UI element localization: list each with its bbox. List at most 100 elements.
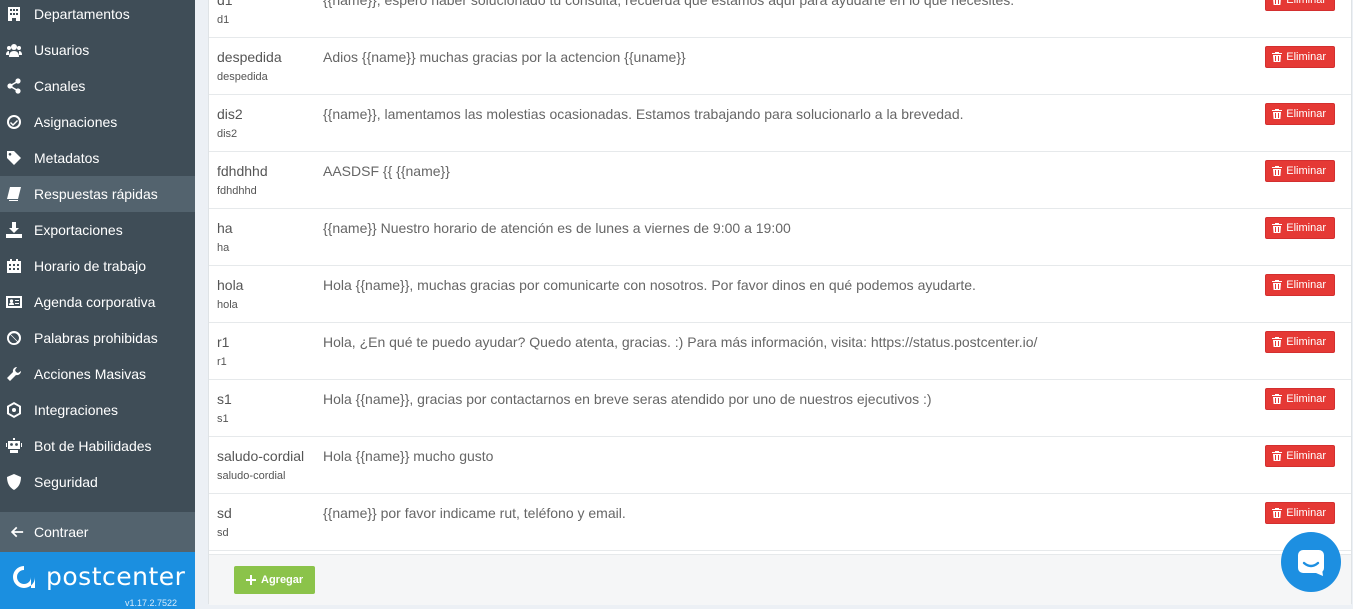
add-button-label: Agregar: [261, 574, 304, 586]
sidebar-item-palabras-prohibidas[interactable]: Palabras prohibidas: [0, 320, 195, 356]
trash-icon: [1272, 52, 1283, 62]
check-circle-icon: [6, 114, 22, 130]
table-row: r1 r1 Hola, ¿En qué te puedo ayudar? Quedo…: [209, 323, 1351, 380]
trash-icon: [1272, 109, 1283, 119]
share-icon: [6, 78, 22, 94]
trash-icon: [1272, 337, 1283, 347]
shield-icon: [6, 474, 22, 490]
main-content: d1 d1 {{name}}, espero haber solucionado t…: [195, 0, 1353, 609]
sidebar-item-respuestas-rápidas[interactable]: Respuestas rápidas: [0, 176, 195, 212]
table-row: dis2 dis2 {{name}}, lamentamos las molesti…: [209, 95, 1351, 152]
trash-icon: [1273, 0, 1282, 5]
sidebar-item-label: Acciones Masivas: [34, 366, 147, 382]
sidebar-item-canales[interactable]: Canales: [0, 68, 195, 104]
quick-replies-list: d1 d1 {{name}}, espero haber solucionado t…: [209, 0, 1351, 551]
sidebar-item-label: Bot de Habilidades: [34, 438, 152, 454]
delete-button[interactable]: Eliminar: [1265, 388, 1335, 410]
reply-text: Hola, ¿En qué te puedo ayudar? Quedo ate…: [323, 334, 1038, 350]
sidebar-item-exportaciones[interactable]: Exportaciones: [0, 212, 195, 248]
delete-button[interactable]: Eliminar: [1265, 0, 1335, 11]
reply-name: sd: [217, 505, 232, 521]
table-row: saludo-cordial saludo-cordial Hola {{name}…: [209, 437, 1351, 494]
sidebar-item-acciones-masivas[interactable]: Acciones Masivas: [0, 356, 195, 392]
delete-button-label: Eliminar: [1286, 279, 1326, 291]
app-version: v1.17.2.7522: [124, 598, 177, 608]
arrow-left-icon: [10, 526, 24, 538]
trash-icon: [1272, 508, 1283, 518]
sidebar-item-seguridad[interactable]: Seguridad: [0, 464, 195, 500]
address-card-icon: [6, 294, 22, 310]
delete-button-label: Eliminar: [1286, 222, 1326, 234]
sidebar-item-label: Exportaciones: [34, 222, 123, 238]
table-row: s1 s1 Hola {{name}}, gracias por contactar…: [209, 380, 1351, 437]
delete-button[interactable]: Eliminar: [1265, 160, 1335, 182]
postcenter-logo-icon: [13, 565, 35, 588]
sidebar-item-horario-de-trabajo[interactable]: Horario de trabajo: [0, 248, 195, 284]
reply-name: d1: [217, 0, 233, 8]
reply-text: AASDSF {{ {{name}}: [323, 163, 450, 179]
trash-icon: [1272, 451, 1283, 461]
sidebar: Departamentos Usuarios Canales Asignaciones…: [0, 0, 195, 609]
delete-button-label: Eliminar: [1286, 450, 1326, 462]
ban-icon: [6, 330, 22, 346]
reply-text: Hola {{name}} mucho gusto: [323, 448, 494, 464]
tag-icon: [6, 150, 22, 166]
book-icon: [6, 186, 22, 202]
trash-icon: [1272, 280, 1283, 290]
delete-button-label: Eliminar: [1286, 0, 1326, 6]
sidebar-item-label: Seguridad: [34, 474, 98, 490]
reply-shortcut: dis2: [217, 128, 238, 140]
reply-text: {{name}}, espero haber solucionado tu co…: [323, 0, 1015, 8]
delete-button[interactable]: Eliminar: [1265, 274, 1335, 296]
calendar-icon: [6, 258, 22, 274]
reply-text: Adios {{name}} muchas gracias por la act…: [323, 49, 686, 65]
delete-button-label: Eliminar: [1286, 336, 1326, 348]
sidebar-item-label: Usuarios: [34, 42, 90, 58]
sidebar-item-agenda-corporativa[interactable]: Agenda corporativa: [0, 284, 195, 320]
quick-replies-panel: d1 d1 {{name}}, espero haber solucionado t…: [208, 0, 1352, 605]
chat-icon: [1298, 550, 1324, 576]
add-button[interactable]: Agregar: [234, 566, 316, 594]
delete-button[interactable]: Eliminar: [1265, 331, 1335, 353]
delete-button[interactable]: Eliminar: [1265, 217, 1335, 239]
sidebar-item-label: Respuestas rápidas: [34, 186, 158, 202]
reply-shortcut: s1: [217, 413, 229, 425]
reply-shortcut: ha: [217, 242, 230, 254]
sidebar-item-usuarios[interactable]: Usuarios: [0, 32, 195, 68]
sidebar-item-asignaciones[interactable]: Asignaciones: [0, 104, 195, 140]
reply-shortcut: sd: [217, 527, 229, 539]
reply-name: hola: [217, 277, 244, 293]
delete-button[interactable]: Eliminar: [1265, 103, 1335, 125]
sidebar-item-label: Palabras prohibidas: [34, 330, 158, 346]
sidebar-item-label: Metadatos: [34, 150, 100, 166]
reply-name: ha: [217, 220, 233, 236]
building-icon: [6, 6, 22, 22]
sidebar-item-label: Integraciones: [34, 402, 119, 418]
table-row: sd sd {{name}} por favor indicame rut, tel…: [209, 494, 1351, 551]
collapse-button[interactable]: Contraer: [0, 512, 195, 552]
sidebar-item-label: Horario de trabajo: [34, 258, 147, 274]
trash-icon: [1272, 394, 1283, 404]
delete-button[interactable]: Eliminar: [1265, 46, 1335, 68]
sidebar-item-label: Asignaciones: [34, 114, 118, 130]
reply-name: saludo-cordial: [217, 448, 305, 464]
sidebar-item-metadatos[interactable]: Metadatos: [0, 140, 195, 176]
delete-button-label: Eliminar: [1286, 108, 1326, 120]
reply-text: {{name}}, lamentamos las molestias ocasi…: [323, 106, 964, 122]
plus-icon: [246, 575, 256, 585]
reply-name: fdhdhhd: [217, 163, 268, 179]
delete-button-label: Eliminar: [1286, 165, 1326, 177]
reply-name: s1: [217, 391, 232, 407]
delete-button-label: Eliminar: [1286, 51, 1326, 63]
brand-logo: postcenter: [10, 562, 185, 591]
sidebar-item-bot-de-habilidades[interactable]: Bot de Habilidades: [0, 428, 195, 464]
reply-shortcut: r1: [217, 356, 227, 368]
reply-text: {{name}} Nuestro horario de atención es …: [323, 220, 791, 236]
sidebar-item-departamentos[interactable]: Departamentos: [0, 0, 195, 32]
chat-launcher-button[interactable]: [1281, 532, 1341, 592]
reply-shortcut: hola: [217, 299, 238, 311]
delete-button[interactable]: Eliminar: [1265, 502, 1335, 524]
sidebar-item-integraciones[interactable]: Integraciones: [0, 392, 195, 428]
delete-button-label: Eliminar: [1286, 507, 1326, 519]
delete-button[interactable]: Eliminar: [1265, 445, 1335, 467]
